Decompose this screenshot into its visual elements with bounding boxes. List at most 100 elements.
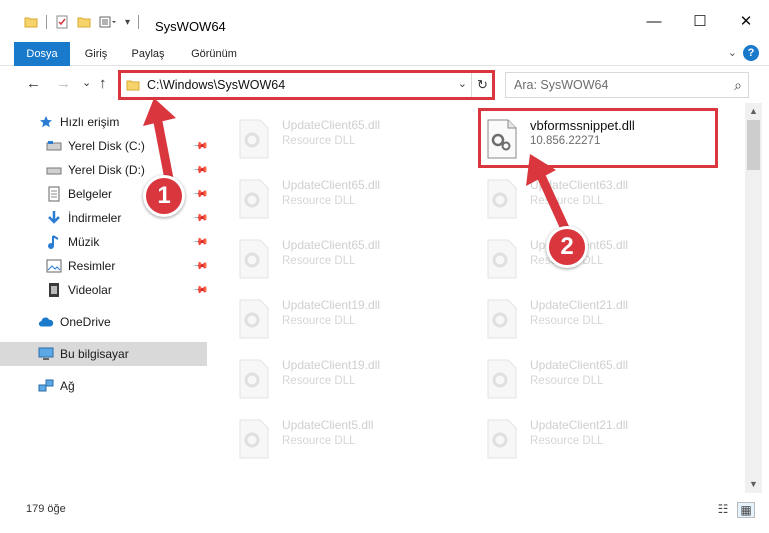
address-bar[interactable]: C:\Windows\SysWOW64 ⌄ ↻ [119,72,494,98]
file-name: UpdateClient21.dll [530,298,629,312]
file-description: Resource DLL [530,435,604,447]
file-name: UpdateClient63.dll [530,178,629,192]
file-description: Resource DLL [530,315,604,327]
videos-icon [46,282,62,298]
tab-share[interactable]: Paylaş [122,42,174,66]
close-button[interactable]: ✕ [723,0,769,42]
chevron-down-icon[interactable]: ⌄ [458,77,467,90]
sidebar-item-disk-c[interactable]: Yerel Disk (C:) 📌 [0,134,209,158]
dll-file-icon [239,299,269,339]
star-icon [38,114,54,130]
address-path[interactable]: C:\Windows\SysWOW64 [147,78,285,92]
file-name: vbformssnippet.dll [530,118,635,133]
pin-icon[interactable]: 📌 [192,282,209,299]
dll-file-icon [239,239,269,279]
file-name: UpdateClient19.dll [282,358,381,372]
details-view-icon[interactable]: ☷ [714,502,732,518]
list-item[interactable]: UpdateClient21.dll Resource DLL [460,408,700,459]
ribbon: Dosya Giriş Paylaş Görünüm ⌄ ? [0,42,769,66]
folder-icon[interactable] [24,15,38,29]
dll-file-icon [239,419,269,459]
properties-icon[interactable] [55,15,69,29]
sidebar-item-label: Hızlı erişim [60,115,120,129]
scroll-up-icon[interactable]: ▲ [745,103,762,120]
sidebar-item-label: İndirmeler [68,211,122,225]
tab-file[interactable]: Dosya [14,42,70,66]
file-name: UpdateClient5.dll [282,418,374,432]
search-icon[interactable]: ⌕ [734,77,742,94]
file-name: UpdateClient65.dll [282,118,381,132]
scroll-down-icon[interactable]: ▼ [745,476,762,493]
list-item[interactable]: UpdateClient19.dll Resource DLL [212,288,452,339]
dll-file-icon [487,299,517,339]
dll-file-icon [487,359,517,399]
customize-icon[interactable] [99,15,117,29]
sidebar-item-network[interactable]: Ağ [0,374,207,398]
pin-icon[interactable]: 📌 [192,258,209,275]
sidebar-item-label: Müzik [68,235,100,249]
search-box[interactable]: Ara: SysWOW64 ⌕ [505,72,749,98]
file-description: Resource DLL [282,135,356,147]
tab-home[interactable]: Giriş [76,42,116,66]
pin-icon[interactable]: 📌 [192,138,209,155]
window-title: SysWOW64 [155,19,226,34]
tab-view[interactable]: Görünüm [182,42,246,66]
list-item[interactable]: UpdateClient65.dll Resource DLL [212,168,452,219]
explorer-window: ▾ SysWOW64 — ☐ ✕ Dosya Giriş Paylaş Görü… [0,0,769,533]
list-item[interactable]: UpdateClient5.dll Resource DLL [212,408,452,459]
sidebar-item-videos[interactable]: Videolar 📌 [0,278,209,302]
file-name: UpdateClient65.dll [530,358,629,372]
pin-icon[interactable]: 📌 [192,186,209,203]
list-item[interactable]: UpdateClient19.dll Resource DLL [212,348,452,399]
help-icon[interactable]: ? [743,45,759,61]
search-input[interactable]: Ara: SysWOW64 [514,78,608,92]
sidebar-item-label: Belgeler [68,187,113,201]
toolbar-divider [46,15,47,29]
toolbar-divider [138,15,140,29]
back-button[interactable]: ← [26,75,41,92]
sidebar-item-onedrive[interactable]: OneDrive [0,310,207,334]
sidebar-item-this-pc[interactable]: Bu bilgisayar [0,342,207,366]
title-bar: ▾ SysWOW64 — ☐ ✕ [0,0,769,42]
navigation-pane: Hızlı erişim Yerel Disk (C:) 📌 Yerel Dis… [0,103,210,493]
sidebar-item-label: Resimler [68,259,116,273]
sidebar-item-label: Bu bilgisayar [60,347,129,361]
chevron-down-icon[interactable]: ▾ [125,17,130,28]
sidebar-item-quick-access[interactable]: Hızlı erişim [0,110,207,134]
pictures-icon [46,258,62,274]
sidebar-item-music[interactable]: Müzik 📌 [0,230,209,254]
item-count: 179 öğe [26,503,66,515]
file-description: Resource DLL [282,195,356,207]
new-folder-icon[interactable] [77,15,91,29]
vertical-scrollbar[interactable]: ▲ ▼ [745,103,762,493]
up-button[interactable]: ↑ [99,75,107,92]
pin-icon[interactable]: 📌 [192,234,209,251]
navigation-bar: ← → ⌄ ↑ C:\Windows\SysWOW64 ⌄ ↻ Ara: Sys… [0,67,769,103]
forward-button[interactable]: → [56,75,71,92]
list-item[interactable]: UpdateClient21.dll Resource DLL [460,288,700,339]
tiles-view-icon[interactable]: ▦ [737,502,755,518]
sidebar-item-label: Yerel Disk (D:) [68,163,145,177]
list-item[interactable]: UpdateClient65.dll Resource DLL [212,108,452,159]
list-item[interactable]: UpdateClient65.dll Resource DLL [212,228,452,279]
file-name: UpdateClient65.dll [282,238,381,252]
quick-access-toolbar: ▾ [24,15,140,29]
dll-file-icon [487,119,517,159]
callout-two: 2 [546,226,588,268]
dll-file-icon [487,239,517,279]
file-description: Resource DLL [530,195,604,207]
refresh-button[interactable]: ↻ [471,73,493,97]
sidebar-item-pictures[interactable]: Resimler 📌 [0,254,209,278]
recent-locations-button[interactable]: ⌄ [82,76,91,89]
computer-icon [38,346,54,362]
list-item-selected[interactable]: vbformssnippet.dll 10.856.22271 [460,108,700,159]
list-item[interactable]: UpdateClient63.dll Resource DLL [460,168,700,219]
pin-icon[interactable]: 📌 [192,162,209,179]
scroll-thumb[interactable] [747,120,760,170]
list-item[interactable]: UpdateClient65.dll Resource DLL [460,348,700,399]
chevron-down-icon[interactable]: ⌄ [728,46,737,59]
sidebar-item-label: Yerel Disk (C:) [68,139,145,153]
pin-icon[interactable]: 📌 [192,210,209,227]
minimize-button[interactable]: — [631,0,677,42]
maximize-button[interactable]: ☐ [677,0,723,42]
